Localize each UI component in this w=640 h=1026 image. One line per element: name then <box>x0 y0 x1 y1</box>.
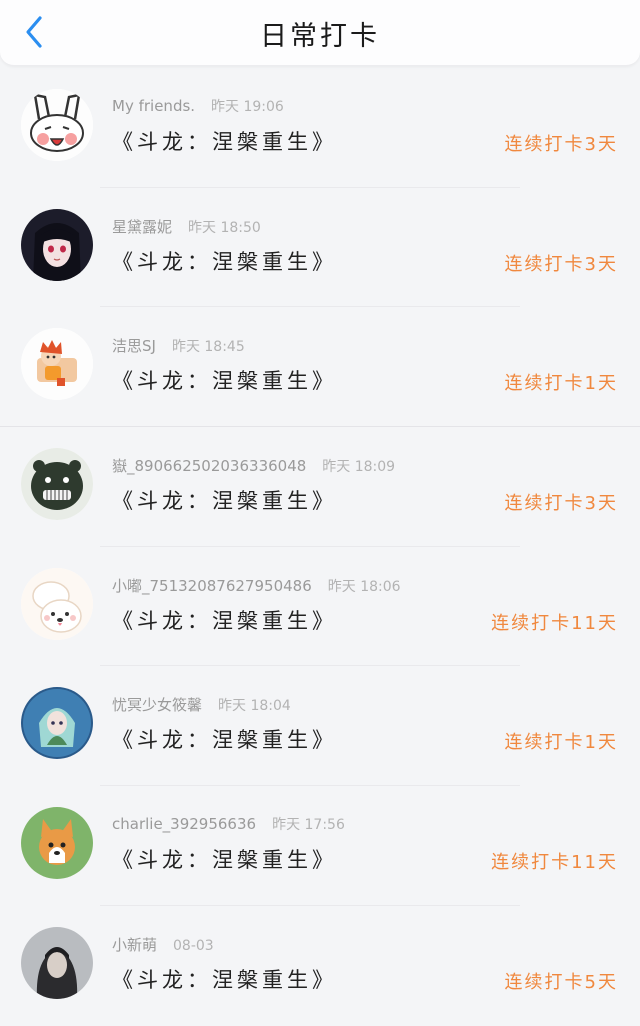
anime-girl-avatar[interactable] <box>21 208 93 281</box>
checkin-row[interactable]: 小新萌 08-03 《斗龙：涅槃重生》 连续打卡5天 <box>0 906 640 1026</box>
streak-badge[interactable]: 连续打卡5天 <box>505 968 618 994</box>
checkin-row[interactable]: My friends. 昨天 19:06 《斗龙：涅槃重生》 连续打卡3天 <box>0 68 640 188</box>
book-title[interactable]: 《斗龙：涅槃重生》 <box>112 605 337 635</box>
streak-badge[interactable]: 连续打卡3天 <box>505 489 618 515</box>
username[interactable]: My friends. <box>112 97 195 115</box>
book-title[interactable]: 《斗龙：涅槃重生》 <box>112 964 337 994</box>
checkin-row[interactable]: 星黛露妮 昨天 18:50 《斗龙：涅槃重生》 连续打卡3天 <box>0 188 640 308</box>
entry-meta: 小新萌 08-03 <box>112 934 214 955</box>
checkin-row[interactable]: 小嘟_75132087627950486 昨天 18:06 《斗龙：涅槃重生》 连… <box>0 547 640 667</box>
entry-meta: My friends. 昨天 19:06 <box>112 96 284 116</box>
book-title[interactable]: 《斗龙：涅槃重生》 <box>112 485 337 515</box>
entry-meta: 嶽_890662502036336048 昨天 18:09 <box>112 455 395 476</box>
checkin-list: My friends. 昨天 19:06 《斗龙：涅槃重生》 连续打卡3天 星黛露… <box>0 68 640 1026</box>
entry-meta: 星黛露妮 昨天 18:50 <box>112 216 261 237</box>
timestamp: 昨天 17:56 <box>272 817 345 834</box>
streak-badge[interactable]: 连续打卡11天 <box>491 609 618 635</box>
entry-meta: charlie_392956636 昨天 17:56 <box>112 814 345 834</box>
streak-badge[interactable]: 连续打卡1天 <box>505 369 618 395</box>
fairy-avatar[interactable] <box>21 687 93 760</box>
book-title[interactable]: 《斗龙：涅槃重生》 <box>112 365 337 395</box>
checkin-row[interactable]: 洁思SJ 昨天 18:45 《斗龙：涅槃重生》 连续打卡1天 <box>0 307 640 428</box>
username[interactable]: charlie_392956636 <box>112 815 256 833</box>
checkin-row[interactable]: 嶽_890662502036336048 昨天 18:09 《斗龙：涅槃重生》 连… <box>0 427 640 547</box>
streak-badge[interactable]: 连续打卡3天 <box>505 130 618 156</box>
entry-meta: 洁思SJ 昨天 18:45 <box>112 335 245 356</box>
bunny-avatar[interactable] <box>21 89 93 161</box>
cartoon-boy-avatar[interactable] <box>21 328 93 401</box>
checkin-row[interactable]: charlie_392956636 昨天 17:56 《斗龙：涅槃重生》 连续打卡… <box>0 786 640 906</box>
username[interactable]: 嶽_890662502036336048 <box>112 457 306 475</box>
streak-badge[interactable]: 连续打卡3天 <box>505 250 618 276</box>
timestamp: 昨天 18:45 <box>171 339 245 356</box>
grinning-blob-avatar[interactable] <box>21 448 93 521</box>
username[interactable]: 星黛露妮 <box>112 218 172 236</box>
timestamp: 昨天 19:06 <box>211 99 284 115</box>
top-bar: 日常打卡 <box>0 0 640 66</box>
page-title: 日常打卡 <box>260 21 380 52</box>
book-title[interactable]: 《斗龙：涅槃重生》 <box>112 126 337 156</box>
entry-meta: 忧冥少女筱馨 昨天 18:04 <box>112 694 291 715</box>
username[interactable]: 洁思SJ <box>112 337 156 355</box>
entry-meta: 小嘟_75132087627950486 昨天 18:06 <box>112 575 401 596</box>
timestamp: 昨天 18:06 <box>327 578 401 595</box>
girl-photo-avatar[interactable] <box>21 926 93 999</box>
book-title[interactable]: 《斗龙：涅槃重生》 <box>112 724 337 754</box>
book-title[interactable]: 《斗龙：涅槃重生》 <box>112 844 337 874</box>
timestamp: 昨天 18:50 <box>188 219 261 236</box>
timestamp: 08-03 <box>173 937 214 954</box>
streak-badge[interactable]: 连续打卡1天 <box>505 728 618 754</box>
timestamp: 昨天 18:04 <box>218 698 291 715</box>
corgi-avatar[interactable] <box>21 807 93 880</box>
username[interactable]: 小嘟_75132087627950486 <box>112 577 312 595</box>
username[interactable]: 忧冥少女筱馨 <box>112 696 202 714</box>
timestamp: 昨天 18:09 <box>322 459 396 476</box>
puppy-avatar[interactable] <box>21 567 93 640</box>
username[interactable]: 小新萌 <box>112 936 157 954</box>
checkin-row[interactable]: 忧冥少女筱馨 昨天 18:04 《斗龙：涅槃重生》 连续打卡1天 <box>0 666 640 787</box>
book-title[interactable]: 《斗龙：涅槃重生》 <box>112 246 337 276</box>
streak-badge[interactable]: 连续打卡11天 <box>491 848 618 874</box>
